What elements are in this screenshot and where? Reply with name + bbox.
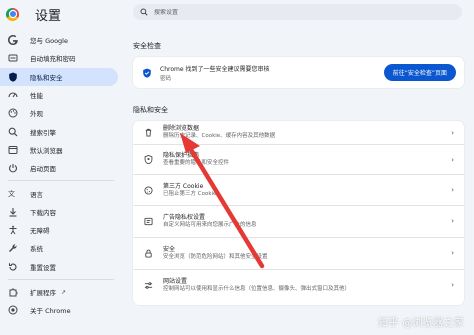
sidebar-item-label: 隐私和安全 [30, 73, 63, 82]
chevron-right-icon: › [451, 156, 454, 164]
browser-icon [8, 145, 18, 155]
shield-icon [8, 72, 18, 82]
privacy-guide-row[interactable]: 隐私保护指南 查看重要的隐私和安全控件 › [133, 144, 464, 174]
search-icon [8, 127, 18, 137]
divider [8, 278, 114, 280]
sidebar-item-label: 外观 [30, 110, 43, 119]
brand: 设置 [6, 5, 62, 24]
sidebar-item-search-engine[interactable]: 搜索引擎 [0, 122, 122, 140]
page-title: 设置 [35, 8, 62, 24]
sidebar-item-on-startup[interactable]: 启动页面 [0, 159, 122, 177]
security-row[interactable]: 安全 安全浏览（防范危险网站）和其他安全设置 › [133, 237, 464, 269]
chevron-right-icon: › [451, 129, 454, 137]
accessibility-icon [8, 225, 18, 235]
safety-check-heading: 安全检查 [133, 42, 161, 50]
chrome-logo-icon [6, 7, 19, 21]
sidebar-item-default-browser[interactable]: 默认浏览器 [0, 141, 122, 159]
sidebar-item-accessibility[interactable]: 无障碍 [0, 221, 122, 239]
sidebar-item-label: 无障碍 [30, 227, 50, 236]
sidebar-item-appearance[interactable]: 外观 [0, 104, 122, 122]
clear-browsing-data-row[interactable]: 删除浏览数据 删除历史记录、Cookie、缓存内容及其他数据 › [133, 121, 464, 144]
sidebar-item-label: 系统 [30, 245, 43, 254]
search-input[interactable] [154, 8, 434, 16]
sidebar-item-label: 搜索引擎 [30, 128, 56, 137]
watermark: 知乎 @浏览器之家 [378, 318, 464, 329]
sidebar-item-label: 扩展程序 [30, 289, 56, 297]
row-subtitle: 删除历史记录、Cookie、缓存内容及其他数据 [163, 133, 276, 139]
reset-icon [8, 262, 18, 272]
power-icon [8, 163, 18, 173]
ad-privacy-icon [143, 217, 153, 227]
language-icon: 文 [8, 189, 18, 199]
search-icon [140, 8, 148, 16]
sidebar-item-about-chrome[interactable]: 关于 Chrome [0, 301, 122, 319]
row-title: 第三方 Cookie [163, 182, 204, 190]
speedometer-icon [8, 90, 18, 100]
privacy-security-card: 删除浏览数据 删除历史记录、Cookie、缓存内容及其他数据 › 隐私保护指南 … [133, 121, 464, 305]
sidebar-item-label: 重置设置 [30, 263, 56, 272]
svg-text:文: 文 [8, 189, 15, 198]
sidebar-item-languages[interactable]: 文 语言 [0, 184, 122, 202]
sidebar-item-system[interactable]: 系统 [0, 239, 122, 257]
site-settings-row[interactable]: 网站设置 控制网站可以使用和显示什么信息（位置信息、摄像头、弹出式窗口及其他） … [133, 269, 464, 301]
safety-check-detail: 密码 [160, 75, 172, 82]
sidebar-item-performance[interactable]: 性能 [0, 86, 122, 104]
sidebar-item-downloads[interactable]: 下载内容 [0, 203, 122, 221]
sidebar-item-label: 性能 [30, 92, 43, 101]
sidebar-item-label: 关于 Chrome [30, 307, 71, 316]
row-title: 广告隐私权设置 [163, 214, 206, 221]
chevron-right-icon: › [451, 249, 454, 257]
chevron-right-icon: › [451, 217, 454, 225]
chrome-icon [8, 305, 18, 315]
sidebar-item-reset[interactable]: 重置设置 [0, 258, 122, 276]
row-subtitle: 控制网站可以使用和显示什么信息（位置信息、摄像头、弹出式窗口及其他） [163, 286, 351, 292]
search-bar[interactable] [133, 4, 462, 20]
wrench-icon [8, 243, 18, 253]
sidebar: 设置 您与 Google 自动填充和密码 隐私和安全 性能 外观 搜索引擎 默认… [0, 0, 122, 335]
third-party-cookies-row[interactable]: 第三方 Cookie 已阻止第三方 Cookie › [133, 174, 464, 205]
row-title: 隐私保护指南 [163, 152, 200, 159]
sidebar-item-label: 启动页面 [30, 165, 56, 174]
chevron-right-icon: › [451, 186, 454, 194]
row-title: 网站设置 [163, 278, 188, 285]
sidebar-item-privacy-security[interactable]: 隐私和安全 [0, 67, 118, 86]
ad-privacy-row[interactable]: 广告隐私权设置 自定义网站可用来向您展示广告的信息 › [133, 205, 464, 237]
sidebar-nav: 您与 Google 自动填充和密码 隐私和安全 性能 外观 搜索引擎 默认浏览器 [0, 31, 122, 319]
sidebar-item-label: 语言 [30, 190, 43, 199]
privacy-guide-icon [143, 155, 153, 165]
divider [8, 180, 114, 182]
chevron-right-icon: › [451, 281, 454, 289]
sidebar-item-label: 自动填充和密码 [30, 55, 76, 64]
sidebar-item-label: 默认浏览器 [30, 146, 63, 155]
safety-check-card: Chrome 找到了一些安全建议需要您审核 密码 前往“安全检查”页面 [133, 57, 464, 88]
external-link-icon: ↗ [61, 288, 67, 296]
autofill-icon [8, 53, 18, 63]
row-subtitle: 自定义网站可用来向您展示广告的信息 [163, 222, 257, 228]
safety-check-message: Chrome 找到了一些安全建议需要您审核 [160, 65, 270, 73]
go-to-safety-check-button[interactable]: 前往“安全检查”页面 [383, 64, 456, 81]
row-title: 安全 [163, 246, 176, 253]
palette-icon [8, 108, 18, 118]
row-subtitle: 已阻止第三方 Cookie [163, 190, 217, 197]
cookie-icon [143, 185, 153, 195]
privacy-security-heading: 隐私和安全 [133, 106, 168, 114]
lock-icon [143, 249, 153, 259]
sidebar-item-you-and-google[interactable]: 您与 Google [0, 31, 122, 49]
trash-icon [143, 128, 153, 138]
google-icon [8, 35, 18, 46]
sidebar-item-autofill[interactable]: 自动填充和密码 [0, 49, 122, 67]
sidebar-item-label: 您与 Google [30, 37, 68, 46]
puzzle-icon [8, 287, 18, 297]
shield-check-icon [142, 68, 152, 78]
row-subtitle: 安全浏览（防范危险网站）和其他安全设置 [163, 254, 268, 260]
site-settings-icon [143, 281, 153, 291]
sidebar-item-label: 下载内容 [30, 208, 56, 217]
row-subtitle: 查看重要的隐私和安全控件 [163, 160, 230, 166]
row-title: 删除浏览数据 [163, 125, 200, 132]
download-icon [8, 207, 18, 217]
sidebar-item-extensions[interactable]: 扩展程序 ↗ [0, 283, 122, 301]
